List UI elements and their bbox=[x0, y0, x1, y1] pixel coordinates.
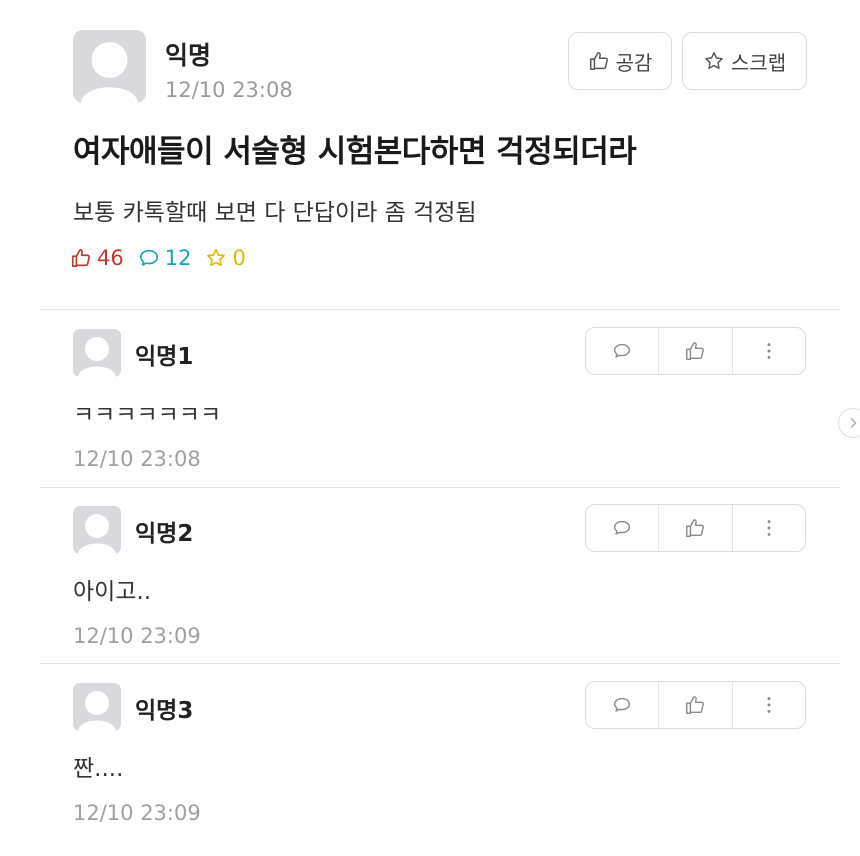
more-vertical-icon bbox=[767, 343, 771, 359]
avatar[interactable] bbox=[73, 329, 121, 377]
comment-actions bbox=[585, 504, 806, 552]
chevron-right-icon bbox=[850, 417, 857, 429]
divider bbox=[40, 309, 840, 310]
scrap-count: 0 bbox=[232, 246, 246, 270]
thumbs-up-icon bbox=[686, 519, 705, 537]
star-icon bbox=[705, 52, 723, 69]
speech-bubble-icon bbox=[614, 343, 631, 358]
avatar-icon bbox=[78, 337, 116, 377]
more-options-button[interactable] bbox=[731, 505, 805, 551]
avatar[interactable] bbox=[73, 683, 121, 731]
thumbs-up-icon bbox=[71, 248, 91, 268]
reply-button[interactable] bbox=[586, 505, 658, 551]
comment-author: 익명3 bbox=[135, 698, 194, 724]
scrap-count-stat: 0 bbox=[205, 246, 246, 270]
reply-button[interactable] bbox=[586, 682, 658, 728]
like-button[interactable]: 공감 bbox=[568, 32, 672, 90]
comment-text: 짠.... bbox=[73, 756, 124, 782]
post-stats: 46 12 0 bbox=[70, 246, 260, 270]
post-body: 보통 카톡할때 보면 다 단답이라 좀 걱정됨 bbox=[73, 200, 477, 226]
post-header: 익명 12/10 23:08 공감 스크랩 bbox=[73, 30, 808, 106]
post-timestamp: 12/10 23:08 bbox=[165, 78, 293, 102]
more-options-button[interactable] bbox=[731, 328, 805, 374]
comment-count-stat: 12 bbox=[138, 246, 192, 270]
comment-actions bbox=[585, 327, 806, 375]
speech-bubble-icon bbox=[614, 520, 631, 535]
thumbs-up-icon bbox=[589, 52, 608, 70]
comment-like-button[interactable] bbox=[658, 505, 731, 551]
avatar-icon bbox=[78, 691, 116, 731]
speech-bubble-icon bbox=[614, 697, 631, 712]
comment-author: 익명2 bbox=[135, 521, 194, 547]
more-vertical-icon bbox=[767, 520, 771, 536]
comment-item: 익명2 아이고.. 12/10 23:09 bbox=[0, 504, 860, 676]
comment-text: 아이고.. bbox=[73, 579, 152, 605]
avatar[interactable] bbox=[73, 30, 146, 103]
comment-item: 익명1 ㅋㅋㅋㅋㅋㅋㅋ 12/10 23:08 bbox=[0, 327, 860, 499]
like-button-label: 공감 bbox=[615, 50, 653, 75]
comment-author: 익명1 bbox=[135, 344, 194, 370]
scrap-button-label: 스크랩 bbox=[730, 50, 787, 75]
post-author: 익명 bbox=[165, 41, 212, 70]
speech-bubble-icon bbox=[139, 249, 158, 266]
avatar-icon bbox=[78, 514, 116, 554]
comment-count: 12 bbox=[164, 246, 192, 270]
like-count-stat: 46 bbox=[70, 246, 124, 270]
comment-actions bbox=[585, 681, 806, 729]
more-options-button[interactable] bbox=[731, 682, 805, 728]
star-icon bbox=[207, 248, 226, 267]
avatar[interactable] bbox=[73, 506, 121, 554]
comment-item: 익명3 짠.... 12/10 23:09 bbox=[0, 681, 860, 853]
scrap-button[interactable]: 스크랩 bbox=[682, 32, 807, 90]
reply-button[interactable] bbox=[586, 328, 658, 374]
comment-timestamp: 12/10 23:09 bbox=[73, 624, 201, 648]
comment-text: ㅋㅋㅋㅋㅋㅋㅋ bbox=[73, 402, 222, 428]
more-vertical-icon bbox=[767, 697, 771, 713]
comment-like-button[interactable] bbox=[658, 328, 731, 374]
next-arrow-button[interactable] bbox=[838, 408, 860, 438]
divider bbox=[40, 487, 840, 488]
divider bbox=[40, 663, 840, 664]
comment-like-button[interactable] bbox=[658, 682, 731, 728]
comment-timestamp: 12/10 23:09 bbox=[73, 801, 201, 825]
avatar-icon bbox=[81, 42, 138, 103]
comment-timestamp: 12/10 23:08 bbox=[73, 447, 201, 471]
thumbs-up-icon bbox=[686, 342, 705, 360]
thumbs-up-icon bbox=[686, 696, 705, 714]
like-count: 46 bbox=[97, 246, 124, 270]
post-title: 여자애들이 서술형 시험본다하면 걱정되더라 bbox=[73, 134, 637, 170]
